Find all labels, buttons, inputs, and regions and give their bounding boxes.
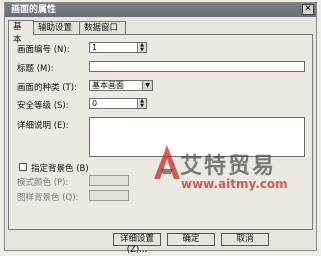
pattern-bg-color-label: 图样背景色 (Q):: [17, 193, 79, 203]
watermark-logo-icon: [154, 145, 180, 179]
close-button[interactable]: ✕: [302, 4, 314, 15]
pattern-bg-color-swatch: [89, 190, 129, 201]
basic-panel: 画面编号 (N): 1 ▲ ▼ 标题 (M): 画面的种类 (T): 基本画面 …: [8, 34, 313, 230]
spin-down-icon[interactable]: ▼: [138, 47, 146, 53]
screen-number-input[interactable]: 1 ▲ ▼: [89, 42, 147, 53]
title-label: 标题 (M):: [17, 64, 54, 74]
screen-type-label: 画面的种类 (T):: [17, 83, 77, 93]
bg-color-label: 指定背景色 (B): [31, 164, 89, 174]
screen-number-value: 1: [92, 43, 98, 52]
watermark-url: www.aitmy.com: [181, 177, 288, 191]
cancel-button[interactable]: 取消: [221, 233, 269, 246]
screen-properties-dialog: 画面的属性 ✕ 基本 辅助设置 数据窗口 画面编号 (N): 1 ▲ ▼ 标题 …: [4, 2, 317, 255]
dialog-title: 画面的属性: [11, 5, 57, 15]
title-bar: 画面的属性 ✕: [5, 3, 316, 17]
screen-type-value: 基本画面: [92, 81, 124, 90]
pattern-color-swatch: [89, 175, 129, 186]
pattern-color-label: 模式颜色 (P):: [17, 178, 69, 188]
security-level-input[interactable]: 0 ▲ ▼: [89, 98, 147, 109]
security-level-label: 安全等级 (S):: [17, 101, 69, 111]
title-input[interactable]: [89, 61, 305, 72]
bg-color-checkbox[interactable]: [19, 163, 27, 171]
screen-number-label: 画面编号 (N):: [17, 45, 70, 55]
spin-down-icon[interactable]: ▼: [138, 103, 146, 109]
watermark-brand: 艾特贸易: [180, 154, 277, 179]
ok-button[interactable]: 确定: [167, 233, 215, 246]
security-level-spinner[interactable]: ▲ ▼: [137, 99, 146, 108]
screen-number-spinner[interactable]: ▲ ▼: [137, 43, 146, 52]
detail-settings-button[interactable]: 详细设置(Z)...: [113, 233, 161, 255]
tab-data-window[interactable]: 数据窗口: [79, 21, 126, 34]
tab-basic[interactable]: 基本: [8, 20, 34, 45]
tab-auxiliary-settings[interactable]: 辅助设置: [33, 21, 80, 34]
security-level-value: 0: [92, 99, 98, 108]
chevron-down-icon[interactable]: ▼: [142, 81, 152, 90]
description-label: 详细说明 (E):: [17, 121, 69, 131]
screen-type-select[interactable]: 基本画面 ▼: [89, 80, 153, 91]
